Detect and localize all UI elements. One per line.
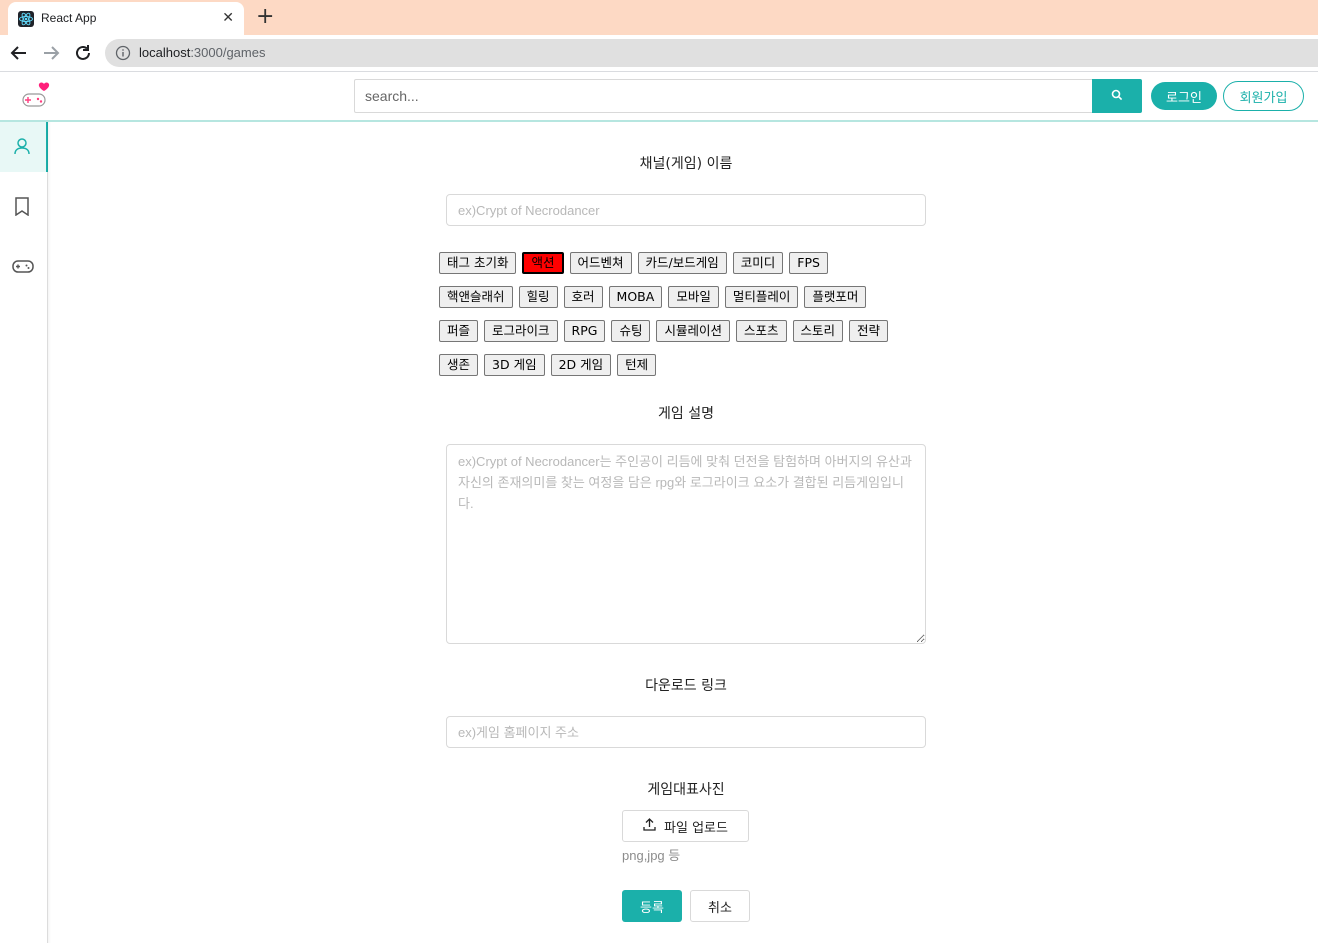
- tag-reset-button[interactable]: 태그 초기화: [439, 252, 517, 274]
- sidebar-item-profile[interactable]: [0, 122, 48, 172]
- tag-button[interactable]: 생존: [439, 354, 479, 376]
- url-text: localhost:3000/games: [139, 45, 265, 60]
- tag-button-action[interactable]: 액션: [522, 252, 564, 274]
- signup-button[interactable]: 회원가입: [1223, 81, 1304, 111]
- search-icon: [1111, 89, 1123, 104]
- close-tab-icon[interactable]: ✕: [222, 9, 234, 27]
- tag-button[interactable]: 2D 게임: [550, 354, 612, 376]
- tag-button[interactable]: 전략: [849, 320, 889, 342]
- tag-button[interactable]: RPG: [563, 320, 606, 342]
- tag-button[interactable]: 시뮬레이션: [656, 320, 730, 342]
- new-tab-icon[interactable]: +: [256, 5, 274, 29]
- tag-button[interactable]: 코미디: [732, 252, 784, 274]
- sidebar-item-games[interactable]: [0, 242, 46, 292]
- user-icon: [14, 138, 30, 155]
- app-header: 로그인 회원가입: [0, 72, 1318, 122]
- login-button[interactable]: 로그인: [1151, 82, 1217, 110]
- channel-name-input[interactable]: [446, 194, 926, 226]
- tag-button[interactable]: 퍼즐: [439, 320, 479, 342]
- tag-row-1: 태그 초기화 액션 어드벤쳐 카드/보드게임 코미디 FPS: [439, 252, 828, 274]
- back-arrow-icon[interactable]: [7, 41, 31, 65]
- tag-button[interactable]: 카드/보드게임: [637, 252, 727, 274]
- forward-arrow-icon[interactable]: [39, 41, 63, 65]
- tag-button[interactable]: MOBA: [608, 286, 663, 308]
- tag-row-2: 핵앤슬래쉬 힐링 호러 MOBA 모바일 멀티플레이 플랫포머: [439, 286, 867, 308]
- cancel-button[interactable]: 취소: [690, 890, 750, 922]
- sidebar: [0, 122, 48, 943]
- url-path: :3000/games: [190, 45, 266, 60]
- download-link-input[interactable]: [446, 716, 926, 748]
- url-host: localhost: [139, 45, 191, 60]
- download-link-label: 다운로드 링크: [645, 678, 727, 694]
- tab-title: React App: [41, 11, 97, 25]
- browser-toolbar: localhost:3000/games: [0, 35, 1318, 72]
- tag-button[interactable]: 핵앤슬래쉬: [439, 286, 513, 308]
- tag-button[interactable]: 플랫포머: [804, 286, 867, 308]
- browser-tab[interactable]: React App ✕: [8, 2, 244, 35]
- submit-button[interactable]: 등록: [622, 890, 682, 922]
- browser-tab-bar: React App ✕ +: [0, 0, 1318, 35]
- gamepad-icon: [12, 260, 34, 273]
- description-label: 게임 설명: [658, 406, 714, 422]
- tag-button[interactable]: 스포츠: [735, 320, 787, 342]
- upload-icon: [643, 817, 656, 835]
- tag-button[interactable]: 슈팅: [611, 320, 651, 342]
- sidebar-shadow: [47, 122, 51, 943]
- sidebar-item-bookmarks[interactable]: [0, 182, 46, 232]
- search-input[interactable]: [354, 79, 1092, 113]
- gamepad-heart-logo-icon[interactable]: [20, 80, 54, 112]
- url-bar[interactable]: localhost:3000/games: [105, 39, 1318, 67]
- file-upload-button[interactable]: 파일 업로드: [622, 810, 749, 842]
- description-textarea[interactable]: [446, 444, 926, 644]
- tag-button[interactable]: FPS: [789, 252, 828, 274]
- upload-label: 파일 업로드: [664, 820, 728, 836]
- tag-button[interactable]: 로그라이크: [484, 320, 558, 342]
- info-icon[interactable]: [115, 45, 131, 61]
- bookmark-icon: [15, 197, 29, 216]
- image-label: 게임대표사진: [647, 782, 725, 798]
- tag-button[interactable]: 3D 게임: [484, 354, 545, 376]
- react-icon: [18, 11, 34, 27]
- tag-button[interactable]: 힐링: [518, 286, 558, 308]
- tag-button[interactable]: 스토리: [792, 320, 844, 342]
- tag-button[interactable]: 호러: [563, 286, 603, 308]
- tag-button[interactable]: 어드벤쳐: [569, 252, 632, 274]
- tag-button[interactable]: 멀티플레이: [724, 286, 799, 308]
- channel-name-label: 채널(게임) 이름: [639, 156, 733, 172]
- tag-row-4: 생존 3D 게임 2D 게임 턴제: [439, 354, 657, 376]
- tag-row-3: 퍼즐 로그라이크 RPG 슈팅 시뮬레이션 스포츠 스토리 전략: [439, 320, 889, 342]
- search-button[interactable]: [1092, 79, 1142, 113]
- reload-icon[interactable]: [71, 41, 95, 65]
- upload-hint: png,jpg 등: [622, 848, 681, 863]
- tag-button[interactable]: 턴제: [617, 354, 657, 376]
- tag-button[interactable]: 모바일: [668, 286, 719, 308]
